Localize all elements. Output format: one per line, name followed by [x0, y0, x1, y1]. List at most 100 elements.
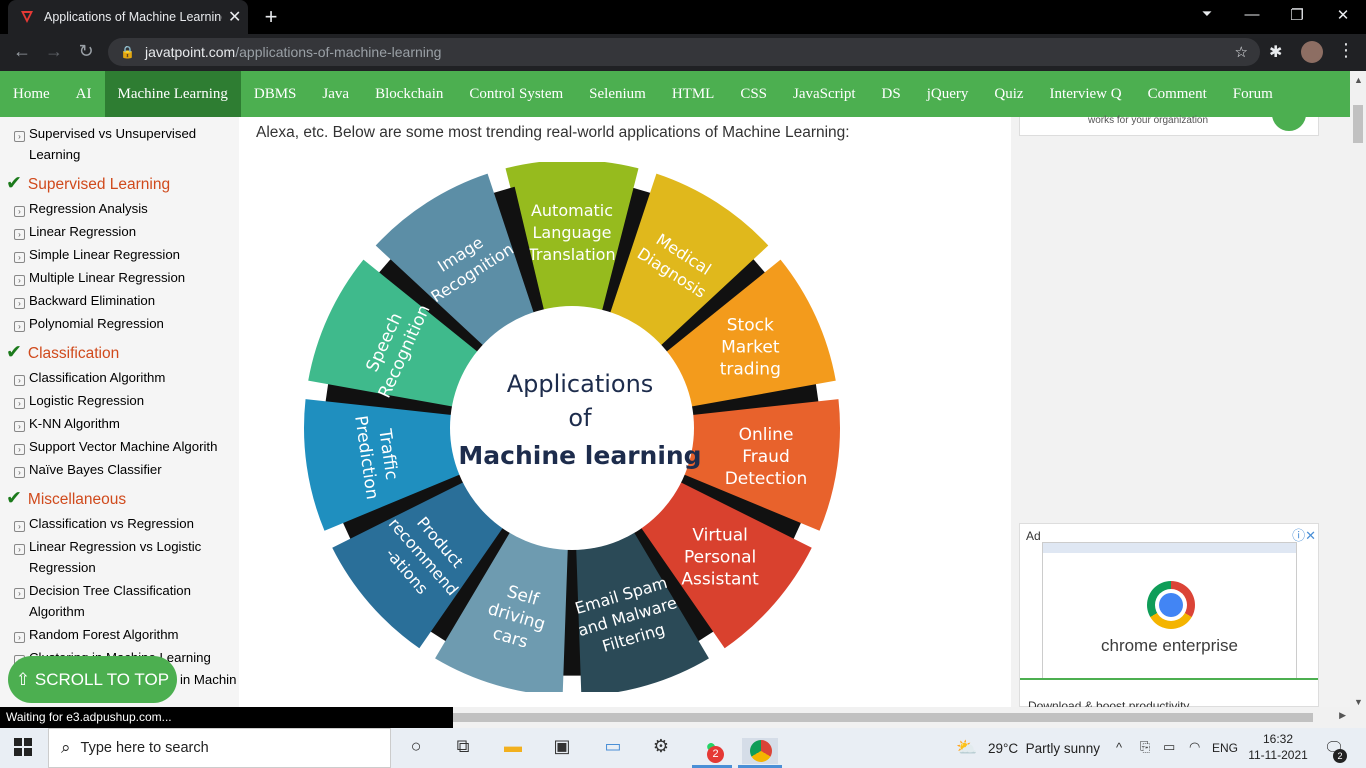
address-bar[interactable]: 🔒 javatpoint.com/applications-of-machine… — [108, 38, 1260, 66]
scroll-up-arrow-icon[interactable]: ▲ — [1354, 75, 1363, 85]
sidebar-link[interactable]: › Classification vs Regression — [14, 513, 194, 534]
nav-item-quiz[interactable]: Quiz — [981, 71, 1036, 117]
close-window-button[interactable]: ✕ — [1331, 6, 1355, 24]
lock-icon[interactable]: 🔒 — [120, 45, 135, 59]
nav-item-ai[interactable]: AI — [63, 71, 105, 117]
sidebar-section-heading[interactable]: ✔ Supervised Learning — [6, 172, 170, 195]
scroll-to-top-button[interactable]: ⇧ SCROLL TO TOP — [8, 656, 177, 703]
meet-now-icon[interactable]: ⎘ — [1140, 739, 1150, 755]
nav-item-control-system[interactable]: Control System — [456, 71, 576, 117]
sidebar-link[interactable]: › Polynomial Regression — [14, 313, 164, 334]
sidebar-link[interactable]: › Backward Elimination — [14, 290, 155, 311]
scroll-right-arrow-icon[interactable]: ▶ — [1339, 710, 1346, 721]
wheel-segment-label: Automatic Language Translation — [527, 201, 615, 264]
vertical-scroll-thumb[interactable] — [1353, 105, 1363, 143]
extensions-puzzle-icon[interactable]: ✱ — [1269, 42, 1282, 62]
nav-item-html[interactable]: HTML — [659, 71, 728, 117]
top-ad-button[interactable] — [1272, 97, 1306, 131]
clock[interactable]: 16:32 11-11-2021 — [1248, 731, 1308, 763]
status-bar: Waiting for e3.adpushup.com... — [0, 707, 453, 728]
profile-dropdown-icon[interactable]: ⏷ — [1195, 6, 1219, 22]
top-ad-text: works for your organization — [1088, 115, 1209, 126]
wheel-label-line: Translation — [527, 245, 615, 264]
sidebar-link[interactable]: › K-NN Algorithm — [14, 413, 120, 434]
nav-item-comment[interactable]: Comment — [1135, 71, 1220, 117]
close-tab-icon[interactable]: ✕ — [228, 7, 241, 27]
sidebar-link[interactable]: Regression — [29, 557, 96, 578]
bullet-arrow-icon: › — [14, 298, 25, 309]
wheel-label-line: Detection — [725, 469, 808, 489]
weather-sun-icon[interactable]: ⛅ — [956, 738, 977, 758]
browser-tab[interactable]: Applications of Machine Learning ✕ — [8, 0, 248, 34]
scroll-down-arrow-icon[interactable]: ▼ — [1354, 697, 1363, 707]
sidebar-section-heading[interactable]: ✔ Miscellaneous — [6, 487, 126, 510]
nav-item-machine-learning[interactable]: Machine Learning — [104, 71, 241, 117]
bullet-arrow-icon: › — [14, 444, 25, 455]
sidebar-hidden-item[interactable]: in Machin — [180, 672, 239, 687]
sidebar-link[interactable]: › Naïve Bayes Classifier — [14, 459, 162, 480]
bullet-arrow-icon: › — [14, 398, 25, 409]
nav-item-css[interactable]: CSS — [727, 71, 780, 117]
wheel-segment-label: Stock Market trading — [720, 316, 781, 380]
nav-item-blockchain[interactable]: Blockchain — [362, 71, 456, 117]
battery-icon[interactable]: ▭ — [1163, 739, 1175, 755]
sidebar-link[interactable]: › Decision Tree Classification — [14, 580, 191, 601]
vertical-scrollbar[interactable]: ▲ ▼ — [1350, 71, 1366, 728]
sidebar-link[interactable]: › Regression Analysis — [14, 198, 148, 219]
chrome-taskbar-button[interactable] — [742, 738, 778, 764]
nav-item-interview-q[interactable]: Interview Q — [1037, 71, 1135, 117]
sidebar-link[interactable]: Algorithm — [29, 601, 85, 622]
settings-gear-icon[interactable]: ⚙ — [648, 736, 674, 760]
sidebar-link-label: K-NN Algorithm — [29, 416, 120, 431]
sidebar-link[interactable]: Learning — [29, 144, 80, 165]
horizontal-scrollbar[interactable]: ▶ — [453, 707, 1350, 728]
bookmark-star-icon[interactable]: ☆ — [1235, 43, 1248, 61]
sidebar-section-heading[interactable]: ✔ Classification — [6, 341, 119, 364]
profile-avatar[interactable] — [1301, 41, 1323, 63]
notifications-badge: 2 — [1333, 749, 1347, 763]
wheel-label-line: Language — [533, 223, 612, 242]
chrome-enterprise-ad[interactable]: Ad ⓘ✕ chrome enterprise Download & boost… — [1019, 523, 1319, 713]
new-tab-button[interactable]: + — [258, 4, 284, 30]
sidebar-link[interactable]: › Logistic Regression — [14, 390, 144, 411]
sidebar-link-label: Multiple Linear Regression — [29, 270, 186, 285]
sidebar-link[interactable]: › Simple Linear Regression — [14, 244, 180, 265]
nav-item-home[interactable]: Home — [0, 71, 63, 117]
taskbar-search[interactable]: ⌕ Type here to search — [48, 728, 391, 768]
task-view-icon[interactable]: ⧉ — [450, 736, 476, 760]
weather-text[interactable]: 29°C Partly sunny — [988, 741, 1100, 756]
sidebar-link[interactable]: › Linear Regression vs Logistic — [14, 536, 201, 557]
nav-item-javascript[interactable]: JavaScript — [780, 71, 868, 117]
tray-chevron-up-icon[interactable]: ^ — [1116, 740, 1122, 755]
javatpoint-favicon-icon — [21, 11, 33, 23]
microsoft-store-icon[interactable]: ▣ — [549, 736, 575, 760]
top-ad[interactable]: works for your organization — [1019, 97, 1319, 136]
wifi-icon[interactable]: ◠ — [1189, 739, 1200, 755]
remote-desktop-icon[interactable]: ▭ — [600, 736, 626, 760]
sidebar-link[interactable]: › Support Vector Machine Algorith — [14, 436, 217, 457]
menu-kebab-icon[interactable]: ⋮ — [1337, 40, 1355, 61]
maximize-button[interactable]: ❐ — [1285, 6, 1309, 24]
nav-item-selenium[interactable]: Selenium — [576, 71, 659, 117]
ad-screenshot-tabbar — [1043, 543, 1296, 553]
windows-start-icon[interactable] — [14, 738, 32, 761]
reload-icon[interactable]: ↻ — [74, 41, 98, 62]
cortana-icon[interactable]: ○ — [403, 736, 429, 760]
sidebar-link[interactable]: › Linear Regression — [14, 221, 136, 242]
sidebar-link[interactable]: › Multiple Linear Regression — [14, 267, 185, 288]
nav-item-jquery[interactable]: jQuery — [914, 71, 982, 117]
minimize-button[interactable]: — — [1240, 6, 1264, 23]
sidebar-link[interactable]: › Classification Algorithm — [14, 367, 165, 388]
nav-item-ds[interactable]: DS — [869, 71, 914, 117]
forward-arrow-icon[interactable]: → — [42, 41, 66, 62]
back-arrow-icon[interactable]: ← — [10, 41, 34, 62]
horizontal-scroll-thumb[interactable] — [453, 713, 1313, 722]
sidebar-link[interactable]: › Random Forest Algorithm — [14, 624, 179, 645]
file-explorer-icon[interactable]: ▬ — [500, 736, 526, 760]
checkmark-icon: ✔ — [6, 488, 22, 509]
nav-item-dbms[interactable]: DBMS — [241, 71, 310, 117]
sidebar-link-label: Algorithm — [29, 604, 85, 619]
sidebar-link[interactable]: › Supervised vs Unsupervised — [14, 123, 196, 144]
language-indicator[interactable]: ENG — [1212, 741, 1238, 755]
nav-item-java[interactable]: Java — [309, 71, 362, 117]
